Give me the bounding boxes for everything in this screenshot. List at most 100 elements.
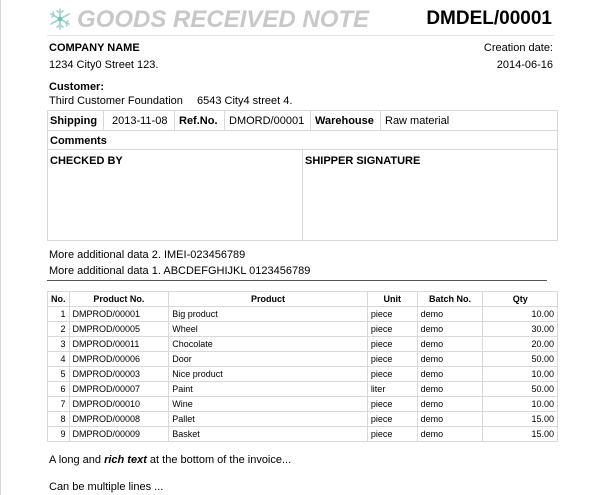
row-number: 1 [47,306,70,322]
product-name: Basket [168,426,368,442]
document-page: GOODS RECEIVED NOTE DMDEL/00001 COMPANY … [0,0,600,495]
customer-label: Customer: [49,81,105,93]
footer-text: A long and [49,454,105,466]
cell-divider [103,111,104,130]
footer-note: A long and rich text at the bottom of th… [49,454,291,466]
batch-number: demo [416,306,484,322]
signature-box: CHECKED BY SHIPPER SIGNATURE [47,149,558,241]
shipper-signature-label: SHIPPER SIGNATURE [305,155,421,167]
product-number: DMPROD/00008 [68,411,170,427]
cell-divider [380,111,381,130]
product-name: Pallet [168,411,368,427]
column-header: Product [168,291,368,307]
unit: piece [366,336,418,352]
row-number: 8 [47,411,70,427]
comments-box: Comments [47,130,558,150]
product-number: DMPROD/00001 [68,306,170,322]
warehouse-value: Raw material [385,115,450,127]
quantity: 15.00 [482,426,558,442]
items-table: No. Product No. Product Unit Batch No. Q… [47,291,558,442]
unit: piece [366,396,418,412]
creation-date-label: Creation date: [483,42,553,54]
quantity: 10.00 [482,366,558,382]
customer-name: Third Customer Foundation [49,95,183,107]
footer-rich-text: rich text [104,454,147,466]
table-row: 5 DMPROD/00003 Nice product piece demo 1… [47,366,558,382]
table-row: 9 DMPROD/00009 Basket piece demo 15.00 [47,426,558,442]
quantity: 15.00 [482,411,558,427]
table-row: 2 DMPROD/00005 Wheel piece demo 30.00 [47,321,558,337]
product-name: Nice product [168,366,368,382]
table-row: 7 DMPROD/00010 Wine piece demo 10.00 [47,396,558,412]
batch-number: demo [416,411,484,427]
company-name: COMPANY NAME [49,42,140,54]
quantity: 20.00 [482,336,558,352]
unit: piece [366,351,418,367]
batch-number: demo [416,336,484,352]
product-number: DMPROD/00003 [68,366,170,382]
document-number: DMDEL/00001 [426,8,552,29]
table-row: 8 DMPROD/00008 Pallet piece demo 15.00 [47,411,558,427]
row-number: 4 [47,351,70,367]
table-header-row: No. Product No. Product Unit Batch No. Q… [47,291,558,307]
unit: piece [366,321,418,337]
product-name: Chocolate [168,336,368,352]
signature-divider [302,150,303,240]
product-name: Big product [168,306,368,322]
unit: liter [366,381,418,397]
batch-number: demo [416,366,484,382]
product-name: Wheel [168,321,368,337]
batch-number: demo [416,426,484,442]
shipping-date: 2013-11-08 [112,115,168,127]
quantity: 50.00 [482,381,558,397]
product-number: DMPROD/00009 [68,426,170,442]
unit: piece [366,426,418,442]
product-number: DMPROD/00007 [68,381,170,397]
warehouse-label: Warehouse [315,115,374,127]
shipping-info-row: Shipping 2013-11-08 Ref.No. DMORD/00001 … [47,110,558,131]
column-header: Unit [366,291,418,307]
quantity: 50.00 [482,351,558,367]
company-address: 1234 City0 Street 123. [49,59,159,71]
cell-divider [224,111,225,130]
table-row: 4 DMPROD/00006 Door piece demo 50.00 [47,351,558,367]
product-number: DMPROD/00006 [68,351,170,367]
cell-divider [310,111,311,130]
snowflake-logo-icon [50,8,70,30]
additional-data-line: More additional data 2. IMEI-023456789 [49,249,246,261]
refno-value: DMORD/00001 [229,115,305,127]
batch-number: demo [416,396,484,412]
comments-label: Comments [50,135,107,147]
table-row: 1 DMPROD/00001 Big product piece demo 10… [47,306,558,322]
quantity: 10.00 [482,396,558,412]
quantity: 30.00 [482,321,558,337]
column-header: No. [47,291,70,307]
row-number: 7 [47,396,70,412]
checked-by-label: CHECKED BY [50,155,123,167]
footer-text: at the bottom of the invoice... [146,454,292,466]
table-row: 6 DMPROD/00007 Paint liter demo 50.00 [47,381,558,397]
column-header: Batch No. [416,291,484,307]
column-header: Product No. [68,291,170,307]
product-number: DMPROD/00005 [68,321,170,337]
product-name: Wine [168,396,368,412]
customer-address: 6543 City4 street 4. [197,95,293,107]
refno-label: Ref.No. [179,115,218,127]
product-number: DMPROD/00011 [68,336,170,352]
unit: piece [366,411,418,427]
unit: piece [366,366,418,382]
row-number: 3 [47,336,70,352]
product-name: Paint [168,381,368,397]
header-divider [47,35,554,36]
product-number: DMPROD/00010 [68,396,170,412]
row-number: 2 [47,321,70,337]
column-header: Qty [482,291,558,307]
cell-divider [174,111,175,130]
batch-number: demo [416,381,484,397]
creation-date-value: 2014-06-16 [496,59,553,71]
batch-number: demo [416,321,484,337]
shipping-label: Shipping [50,115,98,127]
additional-data-divider [47,280,547,281]
row-number: 5 [47,366,70,382]
footer-note-second-line: Can be multiple lines ... [49,481,164,493]
